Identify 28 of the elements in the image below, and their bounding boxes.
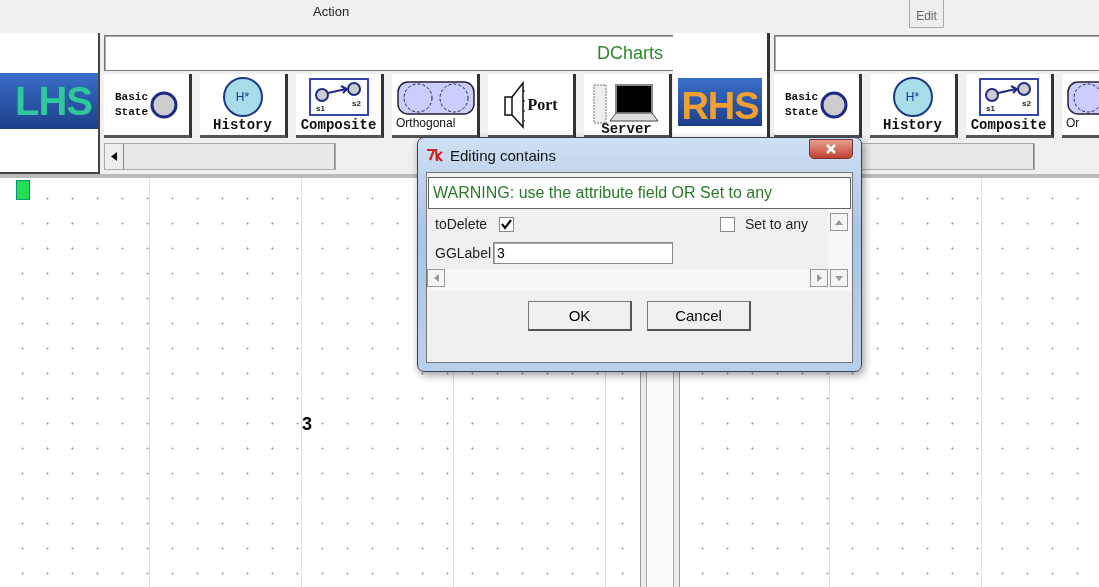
basic-tool-button[interactable]: Basic State: [104, 74, 192, 138]
field-label: toDelete: [435, 216, 488, 232]
composite-tool-button[interactable]: s1 s2 Composite: [966, 74, 1054, 138]
orthogonal-tool-button[interactable]: Or: [1062, 74, 1099, 138]
composite-state-icon: s1 s2: [307, 76, 370, 117]
history-tool-button[interactable]: H* History: [870, 74, 958, 138]
rhs-logo: RHS: [678, 77, 762, 126]
lhs-logo: LHS: [0, 72, 98, 129]
checkbox-label: Set to any: [744, 216, 808, 232]
action-label: Action: [313, 4, 350, 19]
orthogonal-tool-button[interactable]: Orthogonal: [392, 74, 480, 138]
composite-state-icon: s1 s2: [977, 76, 1040, 117]
input-field[interactable]: 3: [493, 242, 674, 264]
title-field[interactable]: DCharts: [104, 35, 673, 71]
history-icon: H*: [222, 76, 263, 117]
warning-field[interactable]: WARNING: use the attribute field OR Set to any: [428, 177, 851, 209]
edit-button[interactable]: Edit: [909, 0, 944, 28]
server-tool-button[interactable]: Server: [584, 74, 672, 138]
composite-tool-button[interactable]: s1 s2 Composite: [296, 74, 384, 138]
dialog-button[interactable]: OK: [528, 301, 632, 331]
dialog-button[interactable]: Cancel: [647, 301, 751, 331]
canvas-label: 3: [302, 414, 312, 435]
history-tool-button[interactable]: H* History: [200, 74, 288, 138]
basic-tool-button[interactable]: Basic State: [774, 74, 862, 138]
field-label: GGLabel: [435, 245, 492, 261]
dialog-title: Editing contains: [450, 146, 557, 164]
port-tool-button[interactable]: Port: [488, 74, 576, 138]
history-icon: H*: [892, 76, 933, 117]
